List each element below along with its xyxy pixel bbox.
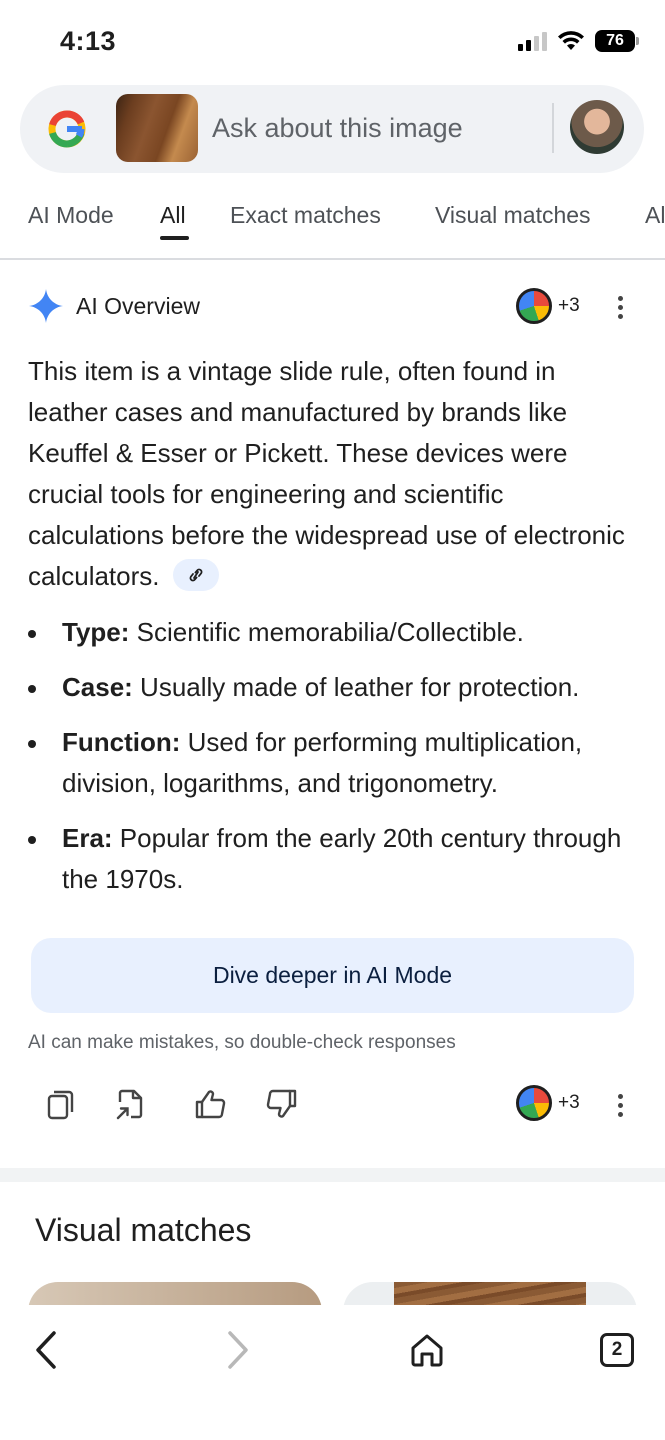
- google-lens-logo-icon[interactable]: [48, 110, 86, 148]
- status-icons: 76: [518, 30, 639, 52]
- tab-count-badge: 2: [600, 1333, 634, 1367]
- footer-sources-stack[interactable]: +3: [516, 1085, 580, 1121]
- ai-overview-header: AI Overview +3: [28, 286, 638, 330]
- back-button[interactable]: [22, 1325, 72, 1375]
- tab-visual-matches[interactable]: Visual matches: [435, 202, 591, 229]
- tab-all[interactable]: All: [160, 202, 186, 229]
- feedback-action-row: +3: [28, 1082, 638, 1128]
- sources-stack[interactable]: +3: [516, 288, 580, 324]
- dive-deeper-button[interactable]: Dive deeper in AI Mode: [31, 938, 634, 1013]
- thumbs-up-icon[interactable]: [190, 1084, 230, 1124]
- ai-overview-text: This item is a vintage slide rule, often…: [28, 356, 625, 591]
- footer-sources-count: +3: [558, 1092, 580, 1113]
- tabs-button[interactable]: 2: [592, 1325, 642, 1375]
- forward-icon: [228, 1331, 248, 1369]
- footer-more-options-icon[interactable]: [618, 1094, 624, 1117]
- list-item: Case: Usually made of leather for protec…: [28, 667, 640, 708]
- thumbs-down-icon[interactable]: [262, 1084, 302, 1124]
- list-item: Era: Popular from the early 20th century…: [28, 818, 640, 900]
- results-tabs: AI Mode All Exact matches Visual matches…: [0, 196, 665, 260]
- source-link-chip[interactable]: [172, 559, 219, 592]
- copy-icon[interactable]: [40, 1084, 80, 1124]
- home-icon: [411, 1334, 443, 1367]
- link-icon: [189, 568, 203, 582]
- section-divider: [0, 1168, 665, 1182]
- home-button[interactable]: [402, 1325, 452, 1375]
- visual-matches-title: Visual matches: [35, 1212, 252, 1248]
- source-favicon-icon: [516, 288, 552, 324]
- avatar[interactable]: [570, 100, 624, 154]
- wifi-icon: [558, 31, 584, 50]
- sparkle-icon: [29, 289, 63, 323]
- signal-icon: [518, 31, 547, 51]
- search-bar[interactable]: Ask about this image: [20, 85, 644, 173]
- list-item: Type: Scientific memorabilia/Collectible…: [28, 612, 640, 653]
- share-icon[interactable]: [110, 1084, 150, 1124]
- ai-overview-bullets: Type: Scientific memorabilia/Collectible…: [28, 612, 640, 914]
- ai-overview-title: AI Overview: [76, 293, 200, 319]
- ai-overview-paragraph: This item is a vintage slide rule, often…: [28, 351, 640, 597]
- search-input[interactable]: Ask about this image: [212, 113, 463, 144]
- source-favicon-icon: [516, 1085, 552, 1121]
- status-bar: 4:13 76: [0, 0, 665, 80]
- back-icon: [36, 1331, 56, 1369]
- more-options-icon[interactable]: [618, 296, 624, 319]
- status-time: 4:13: [60, 26, 117, 56]
- list-item: Function: Used for performing multiplica…: [28, 722, 640, 804]
- tab-ai-mode[interactable]: AI Mode: [28, 202, 114, 229]
- query-image-thumbnail[interactable]: [116, 94, 198, 162]
- active-tab-indicator: [160, 236, 189, 240]
- forward-button[interactable]: [212, 1325, 262, 1375]
- search-divider: [552, 103, 554, 153]
- sources-count: +3: [558, 295, 580, 316]
- ai-disclaimer: AI can make mistakes, so double-check re…: [28, 1032, 456, 1053]
- tab-exact-matches[interactable]: Exact matches: [230, 202, 381, 229]
- tab-overflow[interactable]: Al: [645, 202, 665, 229]
- battery-icon: 76: [595, 30, 639, 52]
- bottom-navigation: 2: [0, 1305, 665, 1440]
